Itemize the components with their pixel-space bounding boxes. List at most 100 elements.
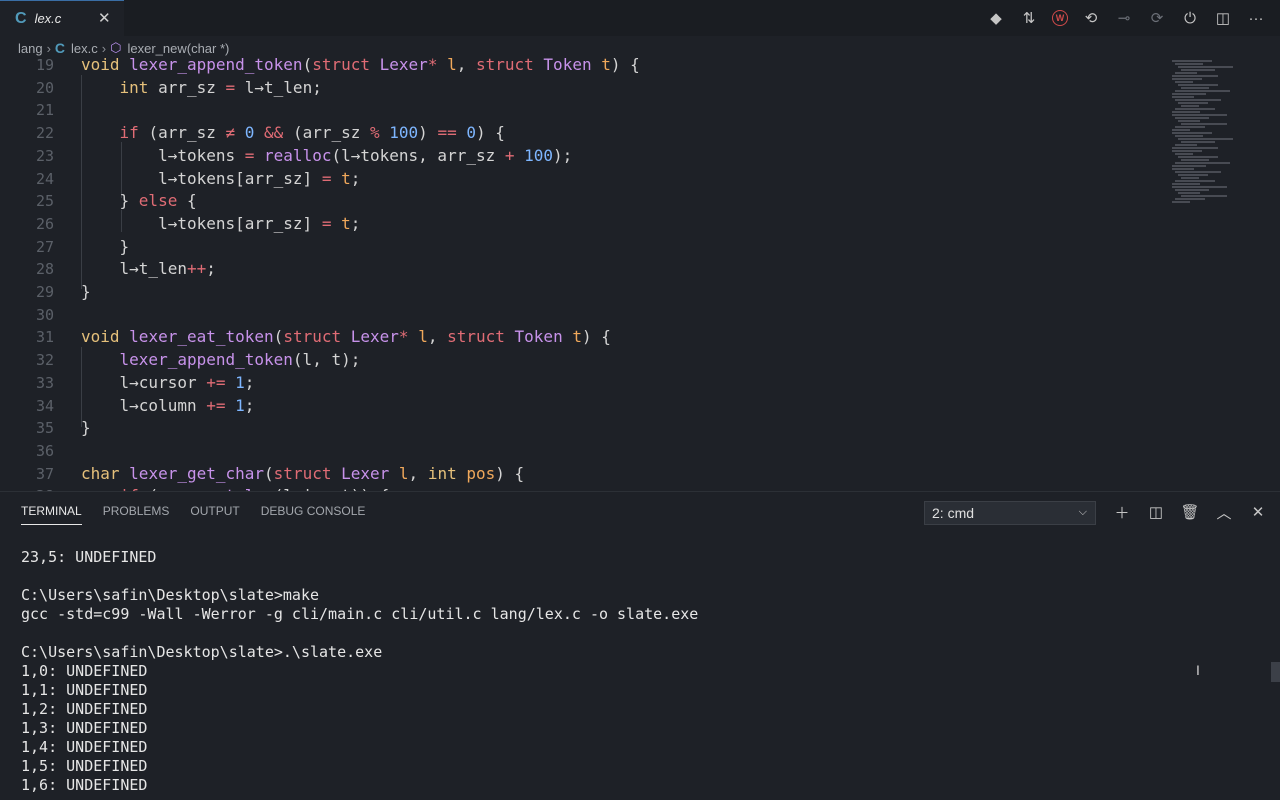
new-terminal-icon[interactable]: ＋ <box>1112 502 1132 522</box>
code-token: ++ <box>186 259 207 279</box>
code-token: ; <box>206 259 216 279</box>
code-token: = <box>321 168 342 188</box>
code-token: + <box>504 145 525 165</box>
code-token: 100 <box>524 145 554 165</box>
code-token: l→cursor <box>81 372 207 392</box>
terminal-line: gcc -std=c99 -Wall -Werror -g cli/main.c… <box>21 605 699 623</box>
minimap-line <box>1175 180 1215 182</box>
code-text: l→tokens[arr_sz] = t; <box>81 213 360 235</box>
code-token: ; <box>244 395 255 415</box>
code-token: struct <box>273 463 342 483</box>
code-token: += <box>206 372 236 392</box>
minimap-line <box>1175 162 1230 164</box>
code-editor[interactable]: 19 void lexer_append_token(struct Lexer* … <box>0 58 1280 491</box>
code-token: && <box>264 123 293 143</box>
minimap-line <box>1172 150 1202 152</box>
code-token: l <box>398 463 409 483</box>
code-text: l→cursor += 1; <box>81 372 255 394</box>
chevron-right-icon: › <box>46 40 51 56</box>
line-number: 19 <box>35 58 54 74</box>
code-token: pos <box>466 463 496 483</box>
breadcrumb-symbol[interactable]: lexer_new(char *) <box>127 41 229 56</box>
code-token: Lexer <box>341 463 399 483</box>
terminal-scrollbar[interactable] <box>1271 662 1280 682</box>
code-token: , <box>408 463 428 483</box>
minimap-line <box>1172 60 1212 62</box>
minimap-line <box>1175 81 1193 83</box>
line-number: 26 <box>35 214 54 233</box>
minimap-line <box>1172 186 1227 188</box>
code-token: int <box>427 463 467 483</box>
code-token: l→tokens <box>81 145 245 165</box>
code-token: struct <box>447 327 515 347</box>
source-control-icon[interactable]: ⇅ <box>1019 8 1039 28</box>
breadcrumb: lang › C lex.c › ⬡ lexer_new(char *) <box>18 38 229 58</box>
split-editor-icon[interactable]: ◫ <box>1213 8 1233 28</box>
more-actions-icon[interactable]: ··· <box>1246 8 1266 28</box>
minimap-line <box>1181 141 1215 143</box>
minimap-line <box>1172 201 1190 203</box>
split-terminal-icon[interactable]: ◫ <box>1146 502 1166 522</box>
minimap-line <box>1181 87 1209 89</box>
git-diff-icon[interactable]: ◆ <box>986 8 1006 28</box>
code-token: == <box>437 123 467 143</box>
tab-debug-console[interactable]: DEBUG CONSOLE <box>261 504 366 525</box>
close-icon[interactable]: ✕ <box>98 9 111 27</box>
breadcrumb-file[interactable]: lex.c <box>71 41 98 56</box>
minimap-line <box>1172 168 1194 170</box>
code-token: Lexer <box>379 58 428 74</box>
timeline-icon[interactable]: ⏻ <box>1180 8 1200 28</box>
code-token: } <box>81 191 139 211</box>
code-token: } <box>81 236 130 256</box>
line-number: 34 <box>35 396 54 415</box>
maximize-panel-icon[interactable]: ︿ <box>1214 502 1234 522</box>
code-token: l→t_len; <box>244 77 322 97</box>
wakatime-icon[interactable]: W <box>1052 10 1068 26</box>
code-text: void lexer_eat_token(struct Lexer* l, st… <box>81 326 611 348</box>
tab-problems[interactable]: PROBLEMS <box>103 504 170 525</box>
go-forward-icon[interactable]: ⟳ <box>1147 8 1167 28</box>
minimap-line <box>1181 105 1199 107</box>
tab-terminal[interactable]: TERMINAL <box>21 504 82 525</box>
kill-terminal-icon[interactable]: 🗑 <box>1180 502 1200 522</box>
line-number: 30 <box>35 305 54 324</box>
minimap-line <box>1172 129 1190 131</box>
code-token: ) { <box>475 123 505 143</box>
minimap-line <box>1175 108 1215 110</box>
minimap-line <box>1181 159 1209 161</box>
code-token: = <box>225 77 245 97</box>
minimap-line <box>1175 90 1230 92</box>
code-text: if (arr_sz ≠ 0 && (arr_sz % 100) == 0) { <box>81 122 505 144</box>
code-text: l→column += 1; <box>81 395 255 417</box>
minimap-line <box>1172 114 1227 116</box>
breadcrumb-folder[interactable]: lang <box>18 41 43 56</box>
minimap-line <box>1172 78 1202 80</box>
minimap[interactable] <box>1172 58 1272 208</box>
code-token: Lexer <box>350 327 399 347</box>
code-token: ) { <box>495 463 525 483</box>
code-token: Token <box>543 58 602 74</box>
commit-icon[interactable]: ⊸ <box>1114 8 1134 28</box>
mouse-ibeam-icon: I <box>1196 662 1200 678</box>
minimap-line <box>1175 153 1193 155</box>
minimap-line <box>1175 63 1203 65</box>
terminal-output[interactable]: 23,5: UNDEFINED C:\Users\safin\Desktop\sl… <box>21 548 698 795</box>
code-text: } <box>81 236 130 258</box>
line-number: 29 <box>35 283 54 301</box>
go-back-icon[interactable]: ⟲ <box>1081 8 1101 28</box>
c-file-icon: C <box>54 40 66 56</box>
terminal-select[interactable]: 2: cmd ⌵ <box>924 501 1096 525</box>
close-panel-icon[interactable]: ✕ <box>1248 502 1268 522</box>
code-token: l→t_len <box>81 259 187 279</box>
code-text: l→tokens[arr_sz] = t; <box>81 168 360 190</box>
editor-scrollbar[interactable] <box>1271 58 1280 491</box>
minimap-line <box>1172 75 1218 77</box>
code-token: arr_sz <box>158 77 226 97</box>
tab-lex-c[interactable]: C lex.c ✕ <box>0 0 124 36</box>
code-token: l <box>447 58 457 74</box>
code-token: ≠ <box>225 123 245 143</box>
tab-output[interactable]: OUTPUT <box>190 504 239 525</box>
code-token: ) { <box>610 58 640 74</box>
